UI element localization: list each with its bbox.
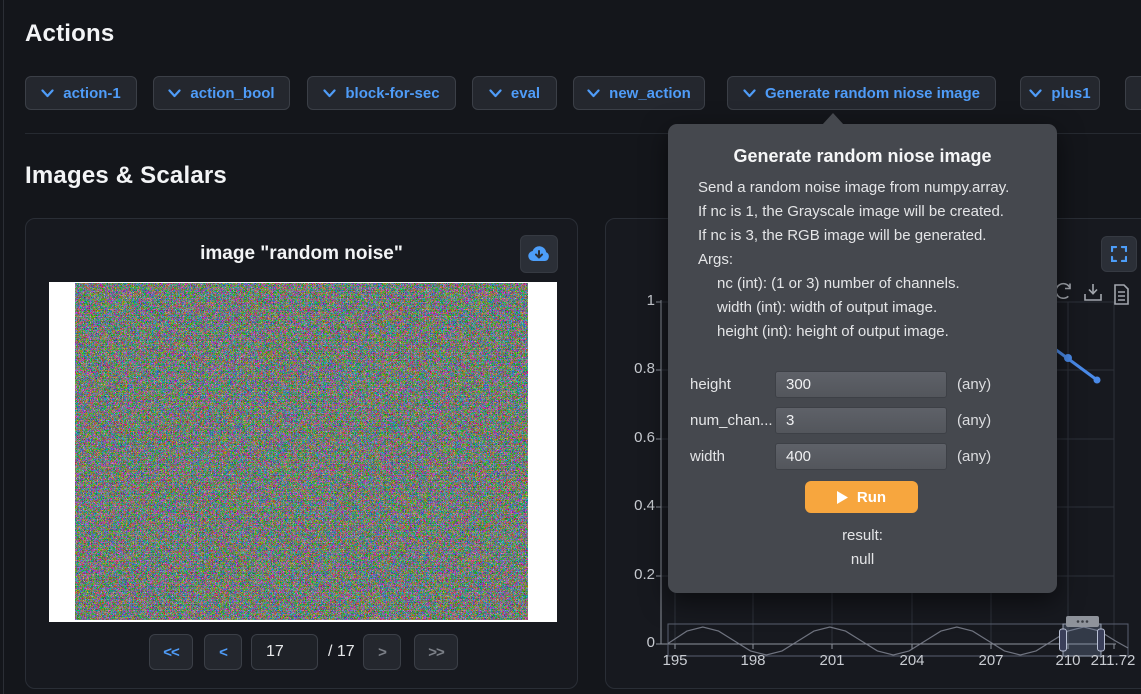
chevron-down-icon [743, 89, 756, 98]
next-page-button[interactable]: > [363, 634, 401, 670]
param-input-width[interactable] [775, 443, 947, 470]
images-scalars-heading: Images & Scalars [25, 162, 227, 190]
play-icon [837, 491, 848, 504]
description-line: Send a random noise image from numpy.arr… [698, 176, 1009, 200]
download-image-button[interactable] [520, 235, 558, 273]
cloud-download-icon [527, 244, 551, 264]
first-page-button[interactable]: << [149, 634, 193, 670]
param-row-height: height (any) [668, 371, 1057, 398]
y-tick-label: 0.6 [615, 429, 655, 446]
description-line: nc (int): (1 or 3) number of channels. [698, 272, 1009, 296]
action-button-clipped[interactable] [1125, 76, 1141, 110]
param-input-num-channels[interactable] [775, 407, 947, 434]
description-line: height (int): height of output image. [698, 320, 1009, 344]
description-line: If nc is 3, the RGB image will be genera… [698, 224, 1009, 248]
x-tick-label: 204 [880, 652, 944, 669]
action-button-plus1[interactable]: plus1 [1020, 76, 1100, 110]
param-input-height[interactable] [775, 371, 947, 398]
param-row-width: width (any) [668, 443, 1057, 470]
result-label: result: [668, 524, 1057, 548]
image-card-title: image "random noise" [26, 243, 577, 265]
action-button-block-for-sec[interactable]: block-for-sec [307, 76, 456, 110]
chevron-down-icon [587, 89, 600, 98]
action-button-eval[interactable]: eval [472, 76, 557, 110]
image-card: image "random noise" << < / 17 > >> [25, 218, 578, 689]
page-total-label: / 17 [328, 634, 355, 670]
action-button-label: action-1 [63, 85, 121, 102]
y-tick-label: 0.2 [615, 566, 655, 583]
chevron-down-icon [1029, 89, 1042, 98]
param-label: num_chan... [690, 407, 774, 434]
actions-heading: Actions [25, 20, 114, 48]
y-tick-label: 1 [615, 292, 655, 309]
popup-description: Send a random noise image from numpy.arr… [698, 176, 1009, 344]
param-label: width [690, 443, 774, 470]
description-line: width (int): width of output image. [698, 296, 1009, 320]
left-edge-divider [3, 0, 4, 694]
action-button-label: plus1 [1051, 85, 1090, 102]
chevron-down-icon [323, 89, 336, 98]
param-type-label: (any) [957, 371, 991, 398]
chevron-down-icon [41, 89, 54, 98]
action-button-generate-random-niose-image[interactable]: Generate random niose image [727, 76, 996, 110]
y-tick-label: 0.4 [615, 497, 655, 514]
fullscreen-button[interactable] [1101, 236, 1137, 272]
x-tick-label: 198 [721, 652, 785, 669]
x-tick-label: 207 [959, 652, 1023, 669]
result-value: null [668, 548, 1057, 572]
description-line: If nc is 1, the Grayscale image will be … [698, 200, 1009, 224]
chevron-down-icon [168, 89, 181, 98]
dashboard-page: Actions action-1 action_bool block-for-s… [0, 0, 1141, 694]
action-button-label: Generate random niose image [765, 85, 980, 102]
action-button-label: new_action [609, 85, 691, 102]
page-number-input[interactable] [251, 634, 318, 670]
action-button-label: block-for-sec [345, 85, 439, 102]
param-type-label: (any) [957, 407, 991, 434]
last-page-button[interactable]: >> [414, 634, 458, 670]
chevron-down-icon [489, 89, 502, 98]
run-button[interactable]: Run [805, 481, 918, 513]
action-button-new-action[interactable]: new_action [573, 76, 705, 110]
action-button-label: action_bool [190, 85, 274, 102]
description-line: Args: [698, 248, 1009, 272]
action-button-label: eval [511, 85, 540, 102]
fullscreen-icon [1111, 246, 1127, 262]
random-noise-image [75, 283, 528, 620]
param-type-label: (any) [957, 443, 991, 470]
run-button-label: Run [857, 489, 886, 506]
y-tick-label: 0 [615, 634, 655, 651]
prev-page-button[interactable]: < [204, 634, 242, 670]
x-tick-label: 211.72 [1081, 652, 1141, 669]
param-label: height [690, 371, 774, 398]
action-button-action-bool[interactable]: action_bool [153, 76, 290, 110]
action-popup: Generate random niose image Send a rando… [668, 124, 1057, 593]
popup-title: Generate random niose image [668, 146, 1057, 167]
figure-white-canvas [49, 282, 557, 622]
popup-caret [822, 113, 844, 125]
x-tick-label: 195 [643, 652, 707, 669]
param-row-num-channels: num_chan... (any) [668, 407, 1057, 434]
x-tick-label: 201 [800, 652, 864, 669]
action-button-action-1[interactable]: action-1 [25, 76, 137, 110]
y-tick-label: 0.8 [615, 360, 655, 377]
